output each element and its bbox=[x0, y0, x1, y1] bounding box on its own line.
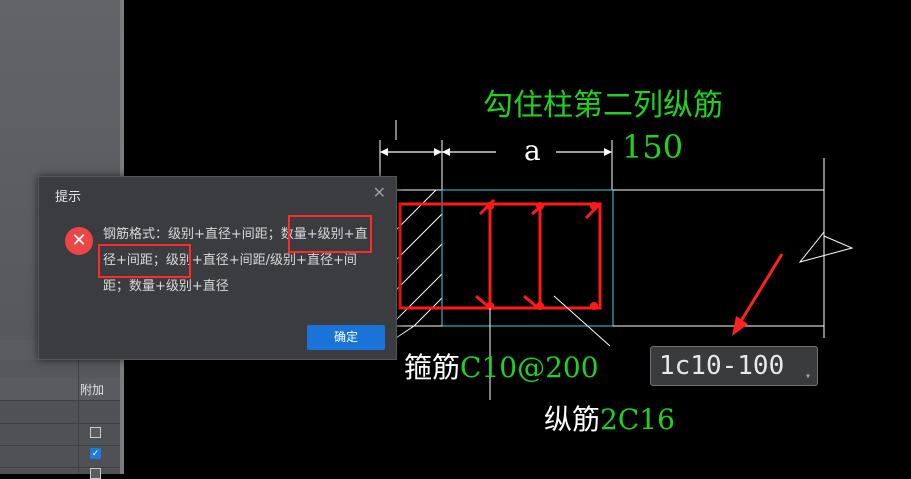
stirrup-name: 箍筋 bbox=[404, 351, 461, 384]
longitudinal-value: 2C16 bbox=[600, 403, 675, 436]
longitudinal-label: 纵筋2C16 bbox=[544, 398, 675, 438]
dropdown-caret-icon[interactable]: ▾ bbox=[805, 362, 811, 392]
tie-rebar-input[interactable]: 1c10-100 ▾ bbox=[650, 346, 818, 386]
tie-rebar-input-value: 1c10-100 bbox=[659, 351, 785, 381]
longitudinal-name: 纵筋 bbox=[544, 403, 601, 436]
extra-checkbox-checked[interactable]: ✓ bbox=[90, 448, 101, 459]
drawing-title: 勾住柱第二列纵筋 bbox=[483, 88, 723, 123]
error-icon: ✕ bbox=[65, 227, 93, 255]
highlight-box bbox=[288, 215, 372, 253]
stirrup-value: C10@200 bbox=[460, 351, 599, 384]
error-dialog: 提示 ✕ ✕ 钢筋格式：级别+直径+间距；数量+级别+直径+间距；级别+直径+间… bbox=[38, 176, 397, 360]
dialog-title: 提示 bbox=[55, 190, 82, 205]
stirrup-label: 箍筋C10@200 bbox=[404, 346, 599, 386]
extra-checkbox[interactable] bbox=[90, 427, 101, 438]
dimension-150: 150 bbox=[622, 128, 684, 166]
ok-button[interactable]: 确定 bbox=[307, 325, 385, 350]
highlight-box bbox=[98, 244, 191, 278]
table-row bbox=[0, 401, 120, 424]
close-icon[interactable]: ✕ bbox=[373, 183, 386, 202]
table-row bbox=[0, 423, 120, 446]
table-column-divider bbox=[78, 360, 79, 474]
dimension-a: a bbox=[524, 134, 541, 167]
column-header-extra: 附加 bbox=[80, 383, 105, 397]
table-row bbox=[0, 445, 120, 468]
